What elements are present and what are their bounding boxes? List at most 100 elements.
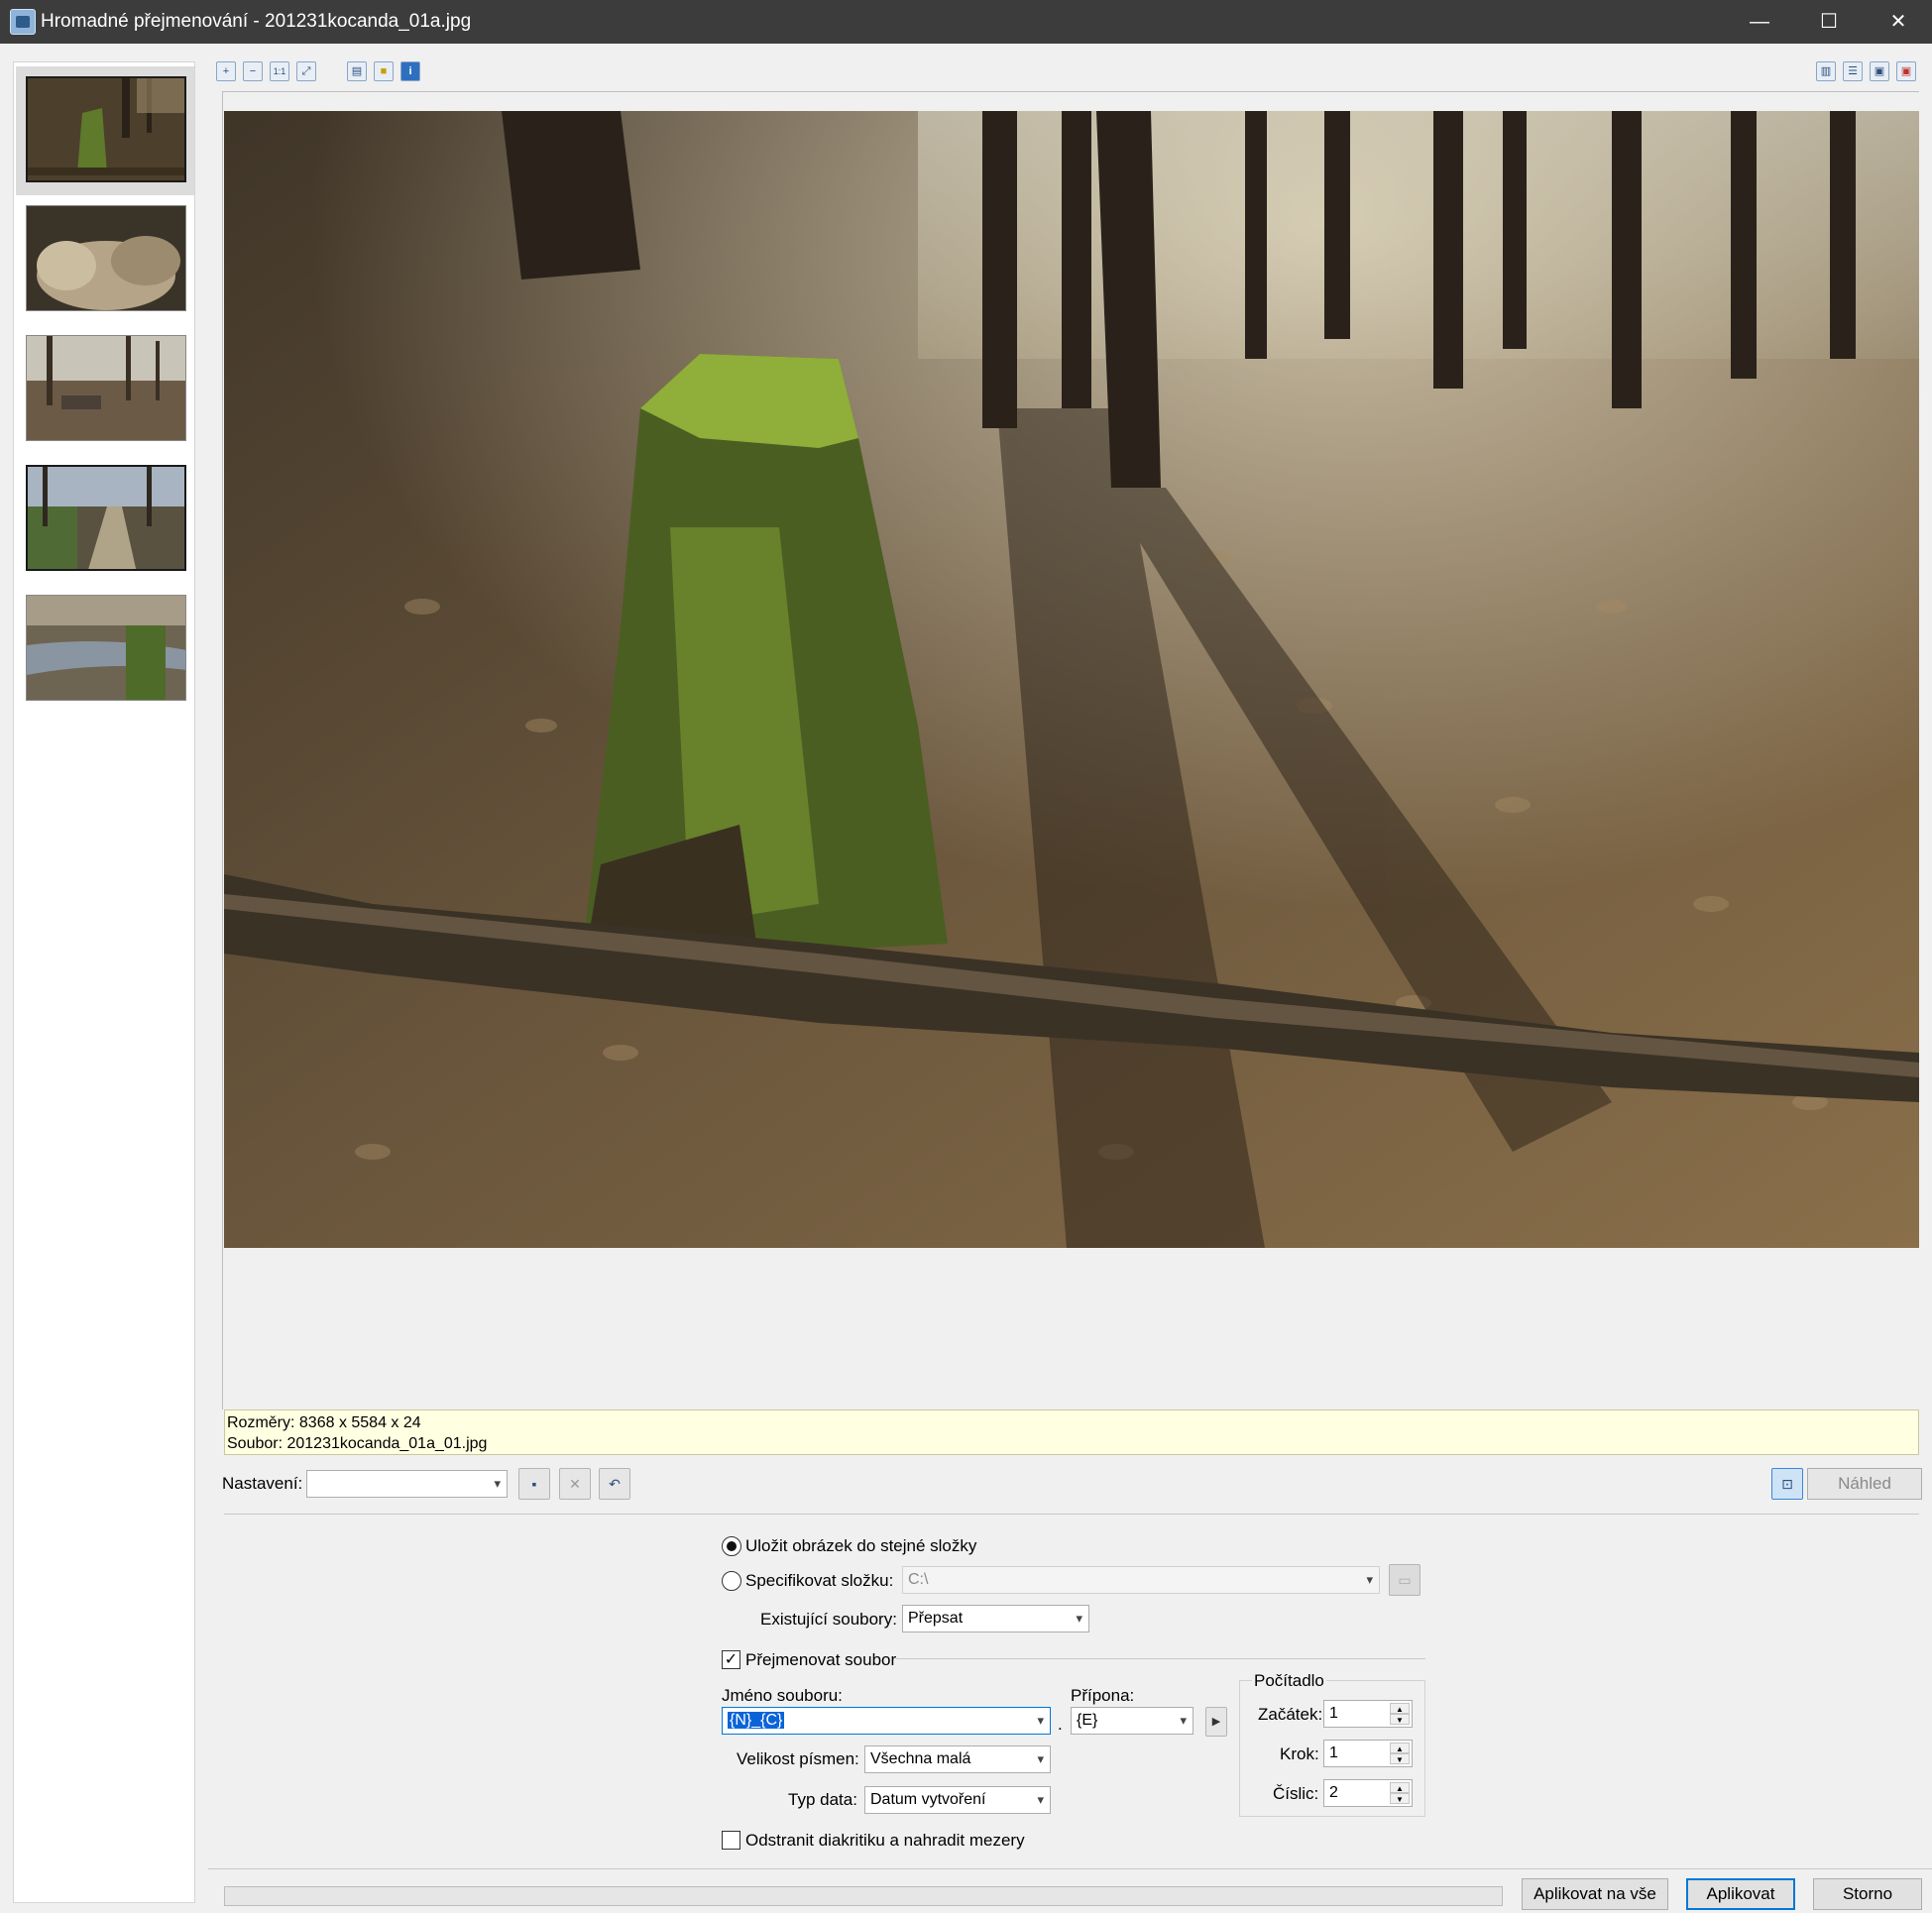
save-settings-button[interactable]: ▪	[518, 1468, 550, 1500]
apply-all-button[interactable]: Aplikovat na vše	[1522, 1878, 1668, 1910]
case-label: Velikost písmen:	[737, 1749, 859, 1768]
preview-button[interactable]: Náhled	[1807, 1468, 1922, 1500]
spin-up-icon[interactable]: ▲	[1390, 1782, 1410, 1793]
folder-path-value: C:\	[908, 1571, 929, 1588]
counter-title: Počítadlo	[1252, 1671, 1326, 1691]
undo-icon: ↶	[609, 1476, 621, 1492]
case-value: Všechna malá	[870, 1750, 971, 1767]
spin-up-icon[interactable]: ▲	[1390, 1703, 1410, 1714]
counter-step-label: Krok:	[1280, 1744, 1319, 1763]
folder-path-dropdown[interactable]: C:\ ▾	[902, 1566, 1380, 1594]
delete-settings-button[interactable]: ✕	[559, 1468, 591, 1500]
triangle-right-icon: ▶	[1211, 1716, 1221, 1728]
thumbnail-panel[interactable]	[13, 61, 195, 1903]
fit-to-window-icon[interactable]: ⤢	[296, 61, 316, 81]
window-title: Hromadné přejmenování - 201231kocanda_01…	[41, 11, 472, 32]
specify-folder-label[interactable]: Specifikovat složku:	[745, 1571, 893, 1591]
counter-digits-value: 2	[1329, 1784, 1338, 1801]
thumbnail-2[interactable]	[26, 205, 186, 311]
settings-dropdown[interactable]: ▾	[306, 1470, 508, 1498]
floppy-disk-icon: ▪	[531, 1476, 537, 1492]
extension-value: {E}	[1077, 1712, 1098, 1729]
counter-digits-spinner[interactable]: ▲ ▼	[1390, 1782, 1410, 1804]
chevron-down-icon: ▾	[1076, 1611, 1082, 1626]
insert-token-button[interactable]: ▶	[1205, 1707, 1227, 1737]
chevron-down-icon: ▾	[1366, 1572, 1373, 1587]
apply-button[interactable]: Aplikovat	[1686, 1878, 1795, 1910]
remove-diacritics-checkbox[interactable]	[722, 1831, 740, 1850]
thumbnail-5-image	[27, 596, 185, 700]
folder-view-icon[interactable]: ■	[374, 61, 394, 81]
divider	[224, 1514, 1919, 1515]
filename-input[interactable]: {N}_{C} ▾	[722, 1707, 1051, 1735]
spin-down-icon[interactable]: ▼	[1390, 1753, 1410, 1764]
chevron-down-icon: ▾	[1037, 1751, 1044, 1766]
existing-files-dropdown[interactable]: Přepsat ▾	[902, 1605, 1089, 1632]
minimize-button[interactable]: —	[1725, 0, 1794, 44]
filename-label: Jméno souboru:	[722, 1686, 843, 1705]
thumbnail-1[interactable]	[26, 76, 186, 182]
title-bar: Hromadné přejmenování - 201231kocanda_01…	[0, 0, 1932, 44]
file-name-text: Soubor: 201231kocanda_01a_01.jpg	[227, 1435, 488, 1452]
settings-label: Nastavení:	[222, 1474, 303, 1493]
layout-stacked-icon[interactable]: ☰	[1843, 61, 1863, 81]
browse-folder-button[interactable]: ▭	[1389, 1564, 1421, 1596]
zoom-in-icon[interactable]: +	[216, 61, 236, 81]
date-type-label: Typ data:	[788, 1790, 857, 1809]
layout-single-icon[interactable]: ▣	[1870, 61, 1889, 81]
remove-diacritics-label[interactable]: Odstranit diakritiku a nahradit mezery	[745, 1831, 1025, 1851]
counter-step-input[interactable]: 1 ▲ ▼	[1323, 1740, 1413, 1767]
cancel-button[interactable]: Storno	[1813, 1878, 1922, 1910]
spin-down-icon[interactable]: ▼	[1390, 1793, 1410, 1804]
save-same-folder-label[interactable]: Uložit obrázek do stejné složky	[745, 1536, 976, 1556]
zoom-out-icon[interactable]: −	[243, 61, 263, 81]
counter-digits-label: Číslic:	[1273, 1784, 1319, 1803]
preview-image	[224, 111, 1919, 1248]
thumbnail-4[interactable]	[26, 465, 186, 571]
thumbnail-2-image	[27, 206, 185, 310]
extension-dropdown[interactable]: {E} ▾	[1071, 1707, 1193, 1735]
close-button[interactable]: ✕	[1864, 0, 1932, 44]
save-same-folder-radio[interactable]	[722, 1536, 741, 1556]
delete-icon: ✕	[569, 1476, 581, 1492]
divider	[896, 1658, 1425, 1659]
divider	[208, 1868, 1932, 1869]
layout-side-by-side-icon[interactable]: ▥	[1816, 61, 1836, 81]
counter-step-value: 1	[1329, 1744, 1338, 1761]
date-type-dropdown[interactable]: Datum vytvoření ▾	[864, 1786, 1051, 1814]
thumbnail-3[interactable]	[26, 335, 186, 441]
lock-preview-button[interactable]: ⊡	[1771, 1468, 1803, 1500]
rename-file-checkbox[interactable]: ✓	[722, 1650, 740, 1669]
progress-bar	[224, 1886, 1503, 1906]
thumbnail-5[interactable]	[26, 595, 186, 701]
case-dropdown[interactable]: Všechna malá ▾	[864, 1745, 1051, 1773]
dimensions-text: Rozměry: 8368 x 5584 x 24	[227, 1414, 421, 1431]
thumbnail-3-image	[27, 336, 185, 440]
existing-files-value: Přepsat	[908, 1610, 964, 1627]
counter-start-label: Začátek:	[1258, 1705, 1323, 1724]
counter-start-input[interactable]: 1 ▲ ▼	[1323, 1700, 1413, 1728]
chevron-down-icon: ▾	[1180, 1713, 1187, 1728]
counter-start-spinner[interactable]: ▲ ▼	[1390, 1703, 1410, 1725]
specify-folder-radio[interactable]	[722, 1571, 741, 1591]
existing-files-label: Existující soubory:	[760, 1610, 897, 1629]
rename-file-label[interactable]: Přejmenovat soubor	[745, 1650, 896, 1670]
reset-settings-button[interactable]: ↶	[599, 1468, 630, 1500]
date-type-value: Datum vytvoření	[870, 1791, 986, 1808]
layout-full-icon[interactable]: ▣	[1896, 61, 1916, 81]
extension-dot: .	[1058, 1715, 1063, 1734]
image-view-icon[interactable]: ▤	[347, 61, 367, 81]
maximize-button[interactable]: ☐	[1794, 0, 1864, 44]
thumbnail-1-image	[28, 78, 184, 180]
spin-down-icon[interactable]: ▼	[1390, 1714, 1410, 1725]
actual-size-icon[interactable]: 1:1	[270, 61, 289, 81]
thumbnail-4-image	[28, 467, 184, 569]
spin-up-icon[interactable]: ▲	[1390, 1743, 1410, 1753]
counter-digits-input[interactable]: 2 ▲ ▼	[1323, 1779, 1413, 1807]
info-icon[interactable]: i	[400, 61, 420, 81]
counter-start-value: 1	[1329, 1705, 1338, 1722]
filename-value: {N}_{C}	[728, 1712, 785, 1729]
counter-step-spinner[interactable]: ▲ ▼	[1390, 1743, 1410, 1764]
extension-label: Přípona:	[1071, 1686, 1135, 1705]
lock-icon: ⊡	[1781, 1476, 1793, 1492]
